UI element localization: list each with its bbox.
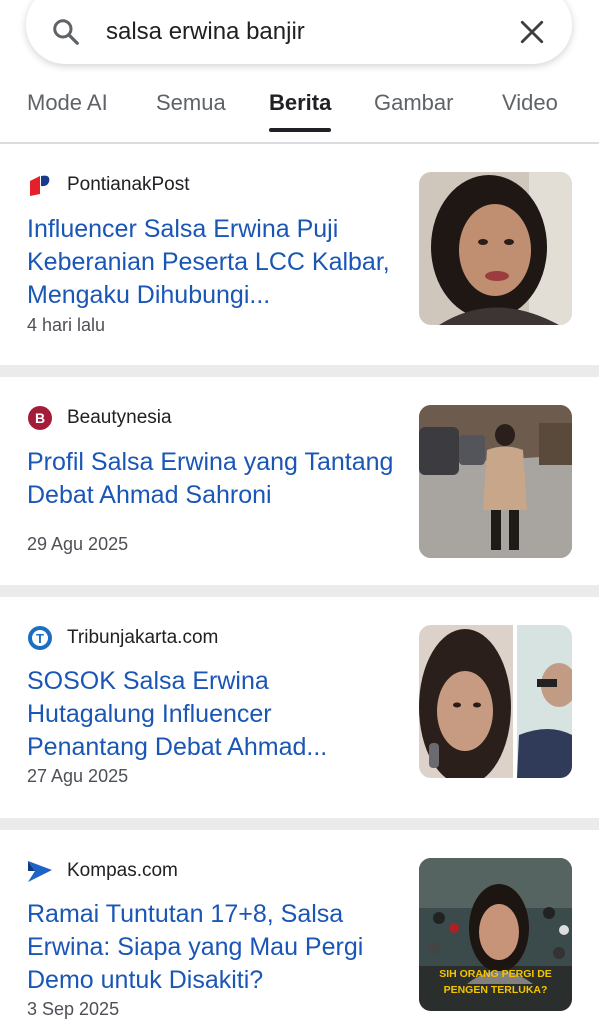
source-name: PontianakPost xyxy=(67,174,190,195)
thumbnail-caption: SIH ORANG PERGI DE PENGEN TERLUKA? xyxy=(419,966,572,998)
search-icon[interactable] xyxy=(48,14,84,50)
thumbnail-caption-line: PENGEN TERLUKA? xyxy=(443,984,548,996)
result-separator xyxy=(0,365,599,377)
result-separator xyxy=(0,585,599,597)
tab-video[interactable]: Video xyxy=(502,88,558,132)
source-name: Tribunjakarta.com xyxy=(67,627,219,648)
svg-text:T: T xyxy=(36,631,44,646)
svg-text:B: B xyxy=(35,410,45,426)
tab-berita[interactable]: Berita xyxy=(269,88,332,132)
news-result-card[interactable]: T Tribunjakarta.com SOSOK Salsa Erwina H… xyxy=(0,597,599,818)
source-name: Kompas.com xyxy=(67,860,178,881)
pontianakpost-logo-icon xyxy=(27,172,53,198)
news-source: PontianakPost xyxy=(27,172,190,198)
source-name: Beautynesia xyxy=(67,407,172,428)
close-icon[interactable] xyxy=(514,14,550,50)
tab-gambar[interactable]: Gambar xyxy=(374,88,453,132)
tab-mode-ai[interactable]: Mode AI xyxy=(27,88,108,132)
search-bar[interactable]: salsa erwina banjir xyxy=(26,0,572,64)
news-date: 29 Agu 2025 xyxy=(27,534,129,554)
news-headline[interactable]: Influencer Salsa Erwina Puji Keberanian … xyxy=(27,213,397,312)
news-date: 3 Sep 2025 xyxy=(27,999,120,1019)
news-thumbnail[interactable] xyxy=(419,405,572,558)
kompas-logo-icon xyxy=(27,858,53,884)
news-result-card[interactable]: PontianakPost Influencer Salsa Erwina Pu… xyxy=(0,146,599,365)
news-thumbnail[interactable]: SIH ORANG PERGI DE PENGEN TERLUKA? xyxy=(419,858,572,1011)
news-source: Kompas.com xyxy=(27,858,178,884)
news-date: 27 Agu 2025 xyxy=(27,766,129,786)
beautynesia-logo-icon: B xyxy=(27,405,53,431)
search-tabs: Mode AI Semua Berita Gambar Video xyxy=(0,82,599,144)
news-source: T Tribunjakarta.com xyxy=(27,625,218,651)
news-headline[interactable]: Profil Salsa Erwina yang Tantang Debat A… xyxy=(27,446,397,512)
news-result-card[interactable]: B Beautynesia Profil Salsa Erwina yang T… xyxy=(0,377,599,585)
tab-semua[interactable]: Semua xyxy=(156,88,226,132)
news-thumbnail[interactable] xyxy=(419,625,572,778)
thumbnail-caption-line: SIH ORANG PERGI DE xyxy=(439,968,552,980)
news-result-card[interactable]: Kompas.com Ramai Tuntutan 17+8, Salsa Er… xyxy=(0,830,599,1024)
news-thumbnail[interactable] xyxy=(419,172,572,325)
tribun-logo-icon: T xyxy=(27,625,53,651)
search-input[interactable]: salsa erwina banjir xyxy=(106,18,514,46)
news-headline[interactable]: SOSOK Salsa Erwina Hutagalung Influencer… xyxy=(27,665,397,764)
result-separator xyxy=(0,818,599,830)
news-source: B Beautynesia xyxy=(27,405,172,431)
news-date: 4 hari lalu xyxy=(27,315,106,335)
news-headline[interactable]: Ramai Tuntutan 17+8, Salsa Erwina: Siapa… xyxy=(27,898,397,997)
